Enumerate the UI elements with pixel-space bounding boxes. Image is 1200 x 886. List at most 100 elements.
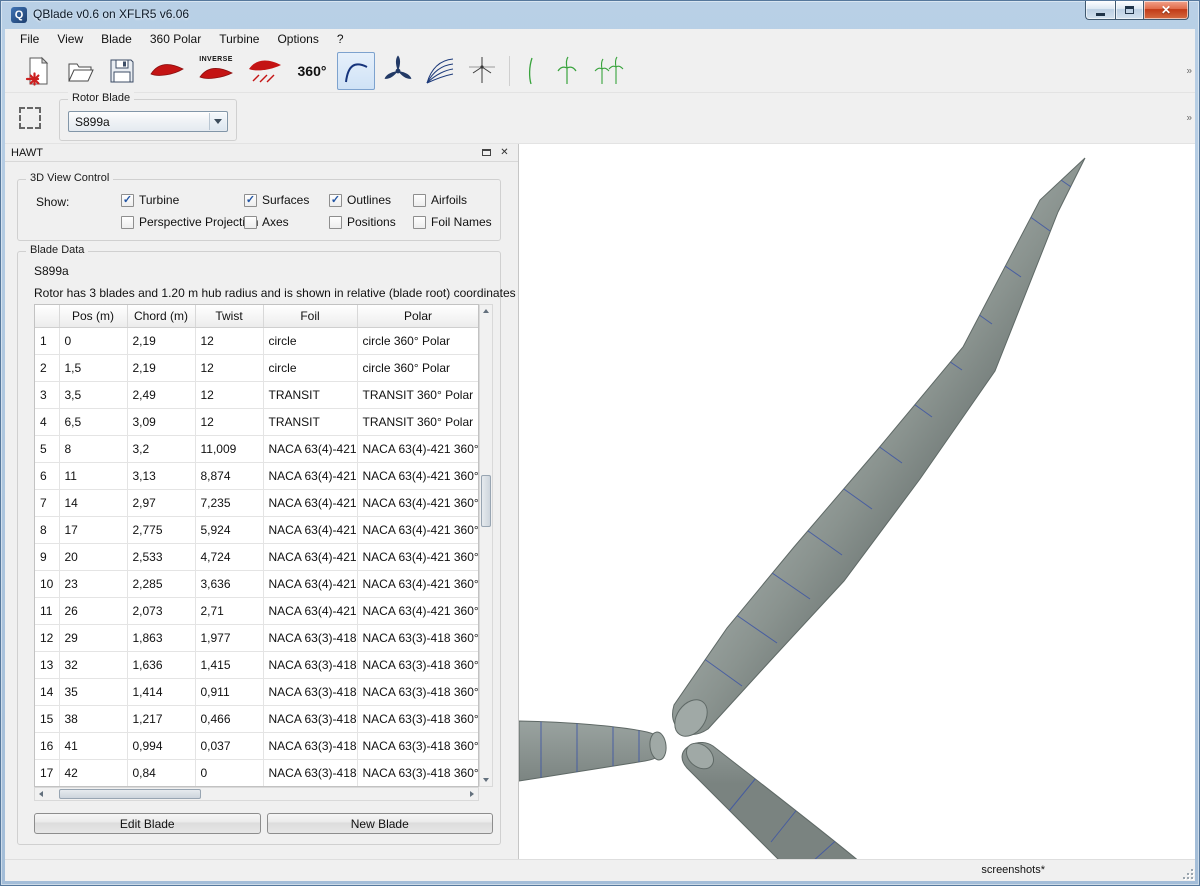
cell-polar[interactable]: NACA 63(4)-421 360° Po xyxy=(357,489,479,516)
save-button[interactable] xyxy=(103,52,141,90)
cell-polar[interactable]: TRANSIT 360° Polar xyxy=(357,381,479,408)
cell-chord[interactable]: 0,994 xyxy=(127,732,195,759)
dock-close-button[interactable]: ✕ xyxy=(497,146,512,159)
polar-360-button[interactable]: 360° xyxy=(291,52,333,90)
cell-twist[interactable]: 0,466 xyxy=(195,705,263,732)
cell-twist[interactable]: 3,636 xyxy=(195,570,263,597)
3d-viewport[interactable] xyxy=(519,144,1195,859)
checkbox-axes[interactable]: Axes xyxy=(244,215,289,229)
cell-pos[interactable]: 32 xyxy=(59,651,127,678)
cell-pos[interactable]: 6,5 xyxy=(59,408,127,435)
cell-chord[interactable]: 3,13 xyxy=(127,462,195,489)
cell-twist[interactable]: 12 xyxy=(195,408,263,435)
checkbox-positions[interactable]: Positions xyxy=(329,215,396,229)
blade-select[interactable]: S899a xyxy=(68,111,228,132)
cell-foil[interactable]: NACA 63(4)-421 xyxy=(263,516,357,543)
dock-float-button[interactable] xyxy=(479,146,494,159)
cell-twist[interactable]: 8,874 xyxy=(195,462,263,489)
cell-polar[interactable]: NACA 63(4)-421 360° Po xyxy=(357,597,479,624)
cell-polar[interactable]: NACA 63(4)-421 360° Po xyxy=(357,516,479,543)
table-row[interactable]: 15381,2170,466NACA 63(3)-418NACA 63(3)-4… xyxy=(35,705,479,732)
rotor-simulation-button[interactable] xyxy=(518,52,544,90)
menu-item-options[interactable]: Options xyxy=(268,30,327,48)
cell-chord[interactable]: 1,217 xyxy=(127,705,195,732)
table-row[interactable]: 583,211,009NACA 63(4)-421NACA 63(4)-421 … xyxy=(35,435,479,462)
scroll-right-button[interactable] xyxy=(466,788,478,800)
menu-item-turbine[interactable]: Turbine xyxy=(210,30,268,48)
cell-pos[interactable]: 42 xyxy=(59,759,127,786)
cell-foil[interactable]: NACA 63(3)-418 xyxy=(263,732,357,759)
table-row[interactable]: 46,53,0912TRANSITTRANSIT 360° Polar xyxy=(35,408,479,435)
cell-chord[interactable]: 3,2 xyxy=(127,435,195,462)
checkbox-box[interactable]: ✓ xyxy=(244,194,257,207)
cell-foil[interactable]: NACA 63(4)-421 xyxy=(263,435,357,462)
cell-polar[interactable]: NACA 63(3)-418 360° Po xyxy=(357,678,479,705)
cell-pos[interactable]: 20 xyxy=(59,543,127,570)
table-row[interactable]: 102,1912circlecircle 360° Polar xyxy=(35,327,479,354)
checkbox-surfaces[interactable]: ✓Surfaces xyxy=(244,193,309,207)
vertical-scroll-thumb[interactable] xyxy=(481,475,491,527)
cell-foil[interactable]: TRANSIT xyxy=(263,408,357,435)
cell-foil[interactable]: NACA 63(3)-418 xyxy=(263,759,357,786)
cell-pos[interactable]: 41 xyxy=(59,732,127,759)
cell-chord[interactable]: 1,414 xyxy=(127,678,195,705)
vertical-scrollbar[interactable] xyxy=(479,304,493,787)
cell-pos[interactable]: 1,5 xyxy=(59,354,127,381)
cell-twist[interactable]: 11,009 xyxy=(195,435,263,462)
cell-chord[interactable]: 2,49 xyxy=(127,381,195,408)
checkbox-box[interactable] xyxy=(329,216,342,229)
cell-chord[interactable]: 2,073 xyxy=(127,597,195,624)
cell-twist[interactable]: 0,037 xyxy=(195,732,263,759)
mixed-inverse-design-button[interactable] xyxy=(243,52,287,90)
cell-polar[interactable]: circle 360° Polar xyxy=(357,354,479,381)
cell-foil[interactable]: circle xyxy=(263,354,357,381)
cell-polar[interactable]: NACA 63(3)-418 360° Po xyxy=(357,624,479,651)
cell-chord[interactable]: 1,863 xyxy=(127,624,195,651)
cell-foil[interactable]: NACA 63(3)-418 xyxy=(263,678,357,705)
cell-foil[interactable]: NACA 63(3)-418 xyxy=(263,651,357,678)
cell-chord[interactable]: 2,775 xyxy=(127,516,195,543)
cell-pos[interactable]: 14 xyxy=(59,489,127,516)
resize-grip[interactable] xyxy=(1180,866,1193,879)
cell-polar[interactable]: NACA 63(4)-421 360° Po xyxy=(357,570,479,597)
checkbox-box[interactable]: ✓ xyxy=(329,194,342,207)
checkbox-box[interactable] xyxy=(121,216,134,229)
cell-foil[interactable]: NACA 63(4)-421 xyxy=(263,570,357,597)
table-row[interactable]: 17420,840NACA 63(3)-418NACA 63(3)-418 36… xyxy=(35,759,479,786)
title-bar[interactable]: Q QBlade v0.6 on XFLR5 v6.06 ✕ xyxy=(1,1,1199,29)
cell-twist[interactable]: 0 xyxy=(195,759,263,786)
cell-twist[interactable]: 5,924 xyxy=(195,516,263,543)
cell-twist[interactable]: 12 xyxy=(195,381,263,408)
cell-pos[interactable]: 26 xyxy=(59,597,127,624)
inverse-foil-design-button[interactable]: INVERSE xyxy=(193,52,239,90)
blade-toolbar-overflow-button[interactable]: » xyxy=(1186,113,1192,124)
horizontal-scroll-thumb[interactable] xyxy=(59,789,201,799)
rotor-view-button[interactable] xyxy=(379,52,417,90)
cell-chord[interactable]: 0,84 xyxy=(127,759,195,786)
table-row[interactable]: 13321,6361,415NACA 63(3)-418NACA 63(3)-4… xyxy=(35,651,479,678)
cell-twist[interactable]: 0,911 xyxy=(195,678,263,705)
table-row[interactable]: 11262,0732,71NACA 63(4)-421NACA 63(4)-42… xyxy=(35,597,479,624)
cell-foil[interactable]: circle xyxy=(263,327,357,354)
cell-polar[interactable]: NACA 63(3)-418 360° Po xyxy=(357,651,479,678)
checkbox-airfoils[interactable]: Airfoils xyxy=(413,193,467,207)
menu-item-help[interactable]: ? xyxy=(328,30,353,48)
multi-turbine-simulation-button[interactable] xyxy=(590,52,628,90)
open-file-button[interactable] xyxy=(61,52,99,90)
table-row[interactable]: 7142,977,235NACA 63(4)-421NACA 63(4)-421… xyxy=(35,489,479,516)
cell-chord[interactable]: 2,285 xyxy=(127,570,195,597)
cell-pos[interactable]: 3,5 xyxy=(59,381,127,408)
table-row[interactable]: 8172,7755,924NACA 63(4)-421NACA 63(4)-42… xyxy=(35,516,479,543)
cell-foil[interactable]: NACA 63(4)-421 xyxy=(263,462,357,489)
menu-item-view[interactable]: View xyxy=(48,30,92,48)
table-row[interactable]: 10232,2853,636NACA 63(4)-421NACA 63(4)-4… xyxy=(35,570,479,597)
cell-pos[interactable]: 17 xyxy=(59,516,127,543)
table-row[interactable]: 12291,8631,977NACA 63(3)-418NACA 63(3)-4… xyxy=(35,624,479,651)
cell-twist[interactable]: 7,235 xyxy=(195,489,263,516)
cell-pos[interactable]: 38 xyxy=(59,705,127,732)
cell-chord[interactable]: 2,19 xyxy=(127,327,195,354)
table-row[interactable]: 21,52,1912circlecircle 360° Polar xyxy=(35,354,479,381)
checkbox-turbine[interactable]: ✓Turbine xyxy=(121,193,179,207)
checkbox-outlines[interactable]: ✓Outlines xyxy=(329,193,391,207)
cell-twist[interactable]: 12 xyxy=(195,327,263,354)
